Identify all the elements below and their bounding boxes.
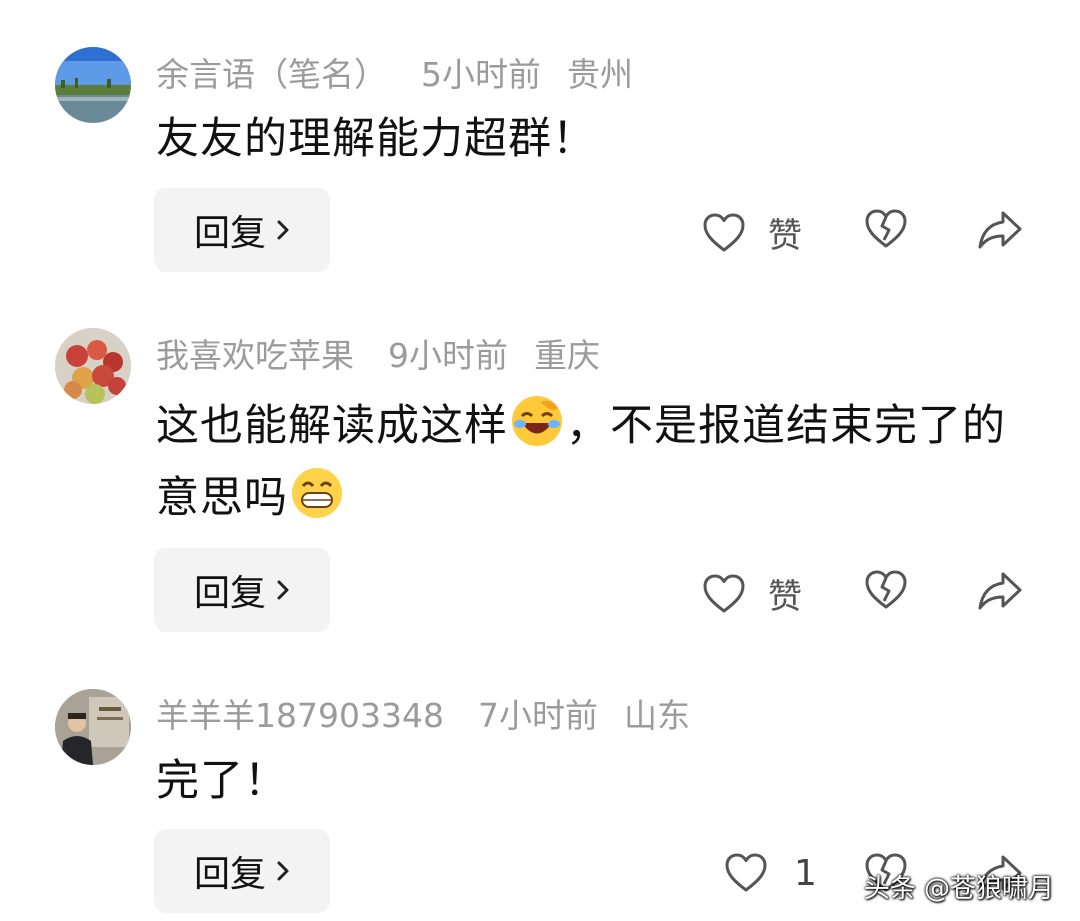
reply-button[interactable]: 回复 [154,829,330,913]
like-button[interactable]: 1 [724,852,817,894]
watermark: 头条 @苍狼啸月 [863,874,1054,904]
reply-label: 回复 [193,854,266,895]
avatar[interactable] [55,689,131,765]
author-name[interactable]: 羊羊羊187903348 [156,696,444,735]
comment-text: 完了！ [156,756,288,806]
like-count: 1 [794,852,817,894]
comment-location: 山东 [623,696,690,735]
chevron-right-icon [277,861,289,881]
comment-time: 7小时前 [477,696,598,735]
person-photo-avatar [55,689,131,765]
heart-icon [725,853,767,892]
comment-meta: 羊羊羊187903348 7小时前 山东 [156,696,716,736]
comment-item: 羊羊羊187903348 7小时前 山东 完了！ 回复 1 [0,0,1080,921]
